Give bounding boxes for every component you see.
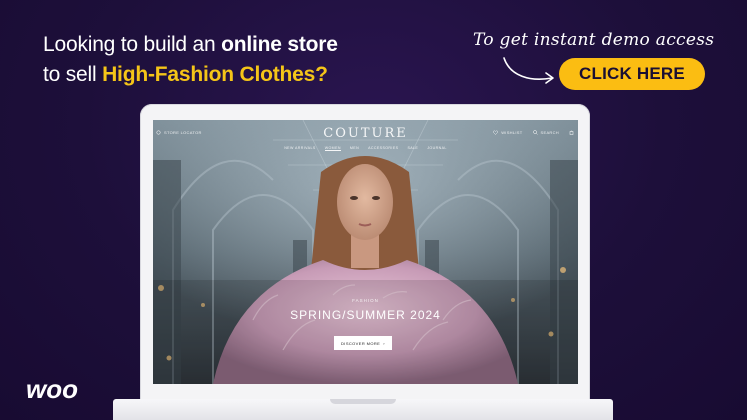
menu-item-new-arrivals[interactable]: NEW ARRIVALS [284, 146, 316, 151]
headline-text: to sell [43, 63, 103, 86]
menu-item-sale[interactable]: SALE [407, 146, 418, 151]
wishlist-link[interactable]: WISHLIST [493, 130, 522, 135]
search-icon [532, 130, 538, 135]
headline-accent-text: High-Fashion Clothes? [102, 63, 328, 86]
ad-banner: Looking to build an online store to sell… [0, 0, 747, 420]
headline-line-1: Looking to build an online store [43, 30, 338, 60]
menu-item-journal[interactable]: JOURNAL [427, 146, 447, 151]
handwritten-note: To get instant demo access [473, 30, 715, 50]
headline-line-2: to sell High-Fashion Clothes? [43, 60, 338, 90]
discover-more-button[interactable]: DISCOVER MORE › [334, 336, 392, 350]
store-header: STORE LOCATOR COUTURE WISHLIST SEARCH NE… [153, 120, 578, 160]
search-label: SEARCH [540, 130, 559, 135]
menu-item-women[interactable]: WOMEN [324, 146, 341, 151]
store-main-menu: NEW ARRIVALS WOMEN MEN ACCESSORIES SALE … [153, 146, 578, 151]
menu-item-men[interactable]: MEN [350, 146, 359, 151]
discover-more-label: DISCOVER MORE [341, 340, 381, 346]
click-here-button[interactable]: CLICK HERE [559, 58, 705, 90]
ad-headline: Looking to build an online store to sell… [43, 30, 338, 90]
store-preview-screen: STORE LOCATOR COUTURE WISHLIST SEARCH NE… [153, 120, 578, 384]
laptop-notch [330, 399, 396, 404]
headline-bold-text: online store [221, 33, 338, 56]
curved-arrow-icon [503, 57, 554, 84]
store-header-actions: WISHLIST SEARCH [493, 130, 574, 135]
cart-icon[interactable] [569, 130, 574, 135]
woo-logo: woo [26, 376, 78, 404]
heart-icon [493, 130, 499, 135]
hero-eyebrow: FASHION [352, 298, 379, 303]
svg-text:woo: woo [26, 376, 78, 404]
search-link[interactable]: SEARCH [532, 130, 559, 135]
menu-item-accessories[interactable]: ACCESSORIES [368, 146, 398, 151]
arrow-right-icon: › [383, 340, 385, 346]
wishlist-label: WISHLIST [501, 130, 523, 135]
headline-text: Looking to build an [43, 33, 222, 56]
hero-title: SPRING/SUMMER 2024 [290, 308, 441, 322]
